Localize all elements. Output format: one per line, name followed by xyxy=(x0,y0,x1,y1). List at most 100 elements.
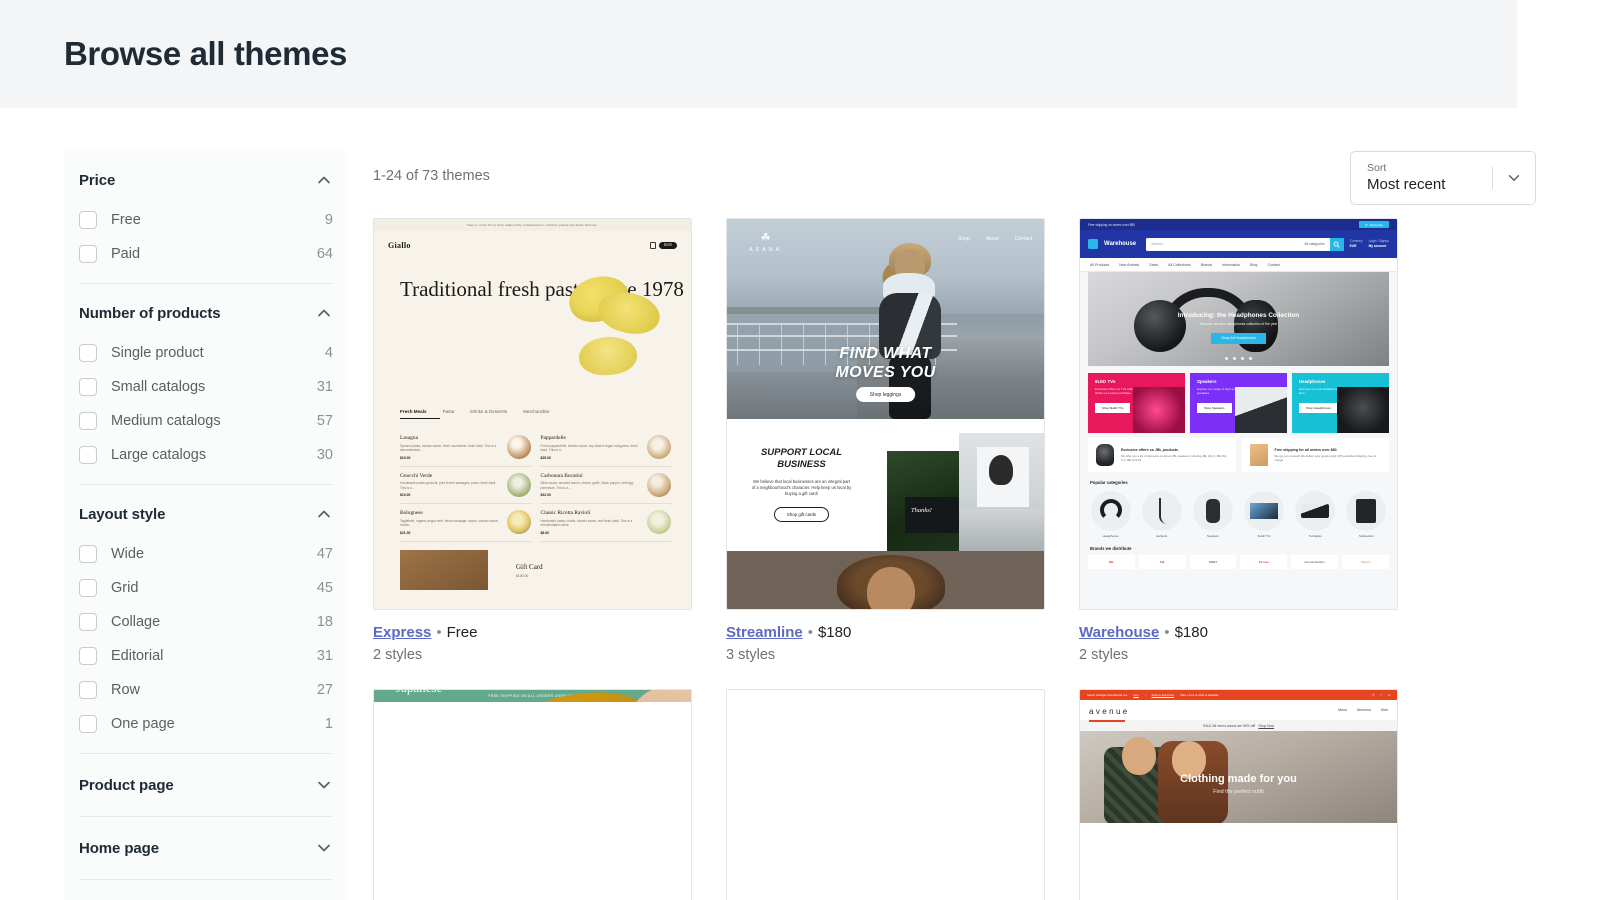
theme-thumbnail-broadcast[interactable]: Broadcast. Home Shop Blog Contact Hand F… xyxy=(726,689,1045,900)
preview-header: avenue Mens Womens Kids xyxy=(1080,700,1397,722)
chevron-down-icon[interactable] xyxy=(315,776,333,794)
preview-tab: Fresh Meals xyxy=(400,409,427,414)
preview-hero: Clothing made for you Find the perfect o… xyxy=(1080,731,1397,823)
theme-meta: Express • Free 2 styles xyxy=(373,623,692,663)
theme-thumbnail-express[interactable]: Due to covid-19 we have temporarily tran… xyxy=(373,218,692,610)
preview-menu-text: Carbonara Bucatini Wine sauce, smoked ba… xyxy=(541,473,643,498)
checkbox-grid[interactable] xyxy=(79,579,97,597)
theme-thumbnail-streamline[interactable]: ☘ ASANA Shop About Contact FIND WHAT MOV… xyxy=(726,218,1045,610)
facet-price-header[interactable]: Price xyxy=(79,151,333,203)
preview-menu-item: Pappardelle Fresh pappardelle, tomato sa… xyxy=(540,429,671,467)
preview-menu-item: Carbonara Bucatini Wine sauce, smoked ba… xyxy=(540,467,671,505)
brand-underline xyxy=(1089,720,1125,722)
facet-home-page-title: Home page xyxy=(79,839,159,857)
theme-thumbnail-warehouse[interactable]: Free shipping on orders over $80 ✉ Subsc… xyxy=(1079,218,1398,610)
checkbox-large-catalogs[interactable] xyxy=(79,446,97,464)
pasta-shape xyxy=(577,335,639,377)
checkbox-row[interactable] xyxy=(79,681,97,699)
preview-menu-item: Lasagna Spinach pasta, tomato sauce, fre… xyxy=(400,429,531,467)
chevron-up-icon[interactable] xyxy=(315,505,333,523)
preview-offers: Exclusive offers on JBL products We offe… xyxy=(1088,438,1389,472)
checkbox-collage[interactable] xyxy=(79,613,97,631)
preview-currency-value: EUR xyxy=(1349,244,1357,248)
preview-brands-title: Brands we distribute xyxy=(1090,546,1132,551)
theme-name-link[interactable]: Warehouse xyxy=(1079,624,1159,641)
preview-cart: $0.00 xyxy=(649,241,677,249)
theme-title-line: Express • Free xyxy=(373,623,692,643)
preview-tabs: Fresh Meals Pasta Drinks & Desserts Merc… xyxy=(374,409,691,414)
filter-option-paid[interactable]: Paid 64 xyxy=(79,237,333,271)
theme-thumbnail-yoko[interactable]: FREE SHIPPING ON ALL ORDERS OVER $100 Yo… xyxy=(373,689,692,900)
filter-option-one-page[interactable]: One page 1 xyxy=(79,707,333,741)
facet-home-page-header[interactable]: Home page xyxy=(79,817,333,879)
filter-option-collage[interactable]: Collage 18 xyxy=(79,605,333,639)
theme-separator: • xyxy=(436,624,442,641)
envelope-icon: ✉ xyxy=(1365,222,1368,227)
checkbox-wide[interactable] xyxy=(79,545,97,563)
lotus-icon: ☘ xyxy=(760,232,771,244)
filter-option-single-product[interactable]: Single product 4 xyxy=(79,336,333,370)
chevron-up-icon[interactable] xyxy=(315,171,333,189)
preview-food-photo xyxy=(506,435,531,459)
checkbox-free[interactable] xyxy=(79,211,97,229)
theme-card-warehouse: Free shipping on orders over $80 ✉ Subsc… xyxy=(1079,218,1398,663)
facet-navigation-header[interactable]: Navigation xyxy=(79,880,333,900)
facet-layout-style-header[interactable]: Layout style xyxy=(79,485,333,537)
filter-label: Editorial xyxy=(111,648,164,664)
filter-option-editorial[interactable]: Editorial 31 xyxy=(79,639,333,673)
facet-product-page-header[interactable]: Product page xyxy=(79,754,333,816)
preview-promo-title: Speakers xyxy=(1197,379,1217,384)
chevron-down-icon[interactable] xyxy=(315,839,333,857)
facet-number-of-products-header[interactable]: Number of products xyxy=(79,284,333,336)
preview-gift-card: Gift Card $100.00 xyxy=(374,542,691,591)
theme-name-link[interactable]: Express xyxy=(373,624,431,641)
preview-menu-name: Pappardelle xyxy=(540,435,566,441)
promo-image xyxy=(1133,387,1185,433)
theme-name-link[interactable]: Streamline xyxy=(726,624,803,641)
preview-menu-item: Bolognese Tagliatelle, organic angus bee… xyxy=(400,504,531,543)
preview-offer-desc: We get you covered! We deliver your good… xyxy=(1274,454,1377,463)
promo-image xyxy=(1337,387,1389,433)
filter-label: Grid xyxy=(111,580,139,596)
preview-section: SUPPORT LOCAL BUSINESS We believe that l… xyxy=(727,419,1044,565)
chevron-up-icon[interactable] xyxy=(315,304,333,322)
theme-meta: Streamline • $180 3 styles xyxy=(726,623,1045,663)
sort-dropdown[interactable]: Sort Most recent xyxy=(1350,151,1536,205)
filter-option-medium-catalogs[interactable]: Medium catalogs 57 xyxy=(79,404,333,438)
filter-option-free[interactable]: Free 9 xyxy=(79,203,333,237)
filter-option-grid[interactable]: Grid 45 xyxy=(79,571,333,605)
checkbox-one-page[interactable] xyxy=(79,715,97,733)
checkbox-paid[interactable] xyxy=(79,245,97,263)
preview-nav-item: All Products xyxy=(1090,262,1110,267)
preview-menu-price: $22.00 xyxy=(540,493,551,498)
filter-option-wide[interactable]: Wide 47 xyxy=(79,537,333,571)
preview-category: Headphones xyxy=(1088,491,1133,538)
preview-menu-desc: Handmade potato gnocchi, pork fennel sau… xyxy=(400,481,497,490)
filter-option-large-catalogs[interactable]: Large catalogs 30 xyxy=(79,438,333,472)
chevron-down-icon[interactable] xyxy=(1493,170,1535,186)
preview-category-label: Turntables xyxy=(1308,534,1322,538)
preview-brand: avenue xyxy=(1089,707,1130,716)
theme-thumbnail-avenue[interactable]: Sector carriage international see here |… xyxy=(1079,689,1398,900)
checkbox-editorial[interactable] xyxy=(79,647,97,665)
theme-card-broadcast: Broadcast. Home Shop Blog Contact Hand F… xyxy=(726,689,1045,900)
gift-card-shape xyxy=(905,497,961,533)
checkbox-single-product[interactable] xyxy=(79,344,97,362)
preview-gift-price: $100.00 xyxy=(516,573,529,578)
theme-styles-count: 2 styles xyxy=(1079,647,1129,663)
filter-option-small-catalogs[interactable]: Small catalogs 31 xyxy=(79,370,333,404)
filter-option-row[interactable]: Row 27 xyxy=(79,673,333,707)
filter-label: Large catalogs xyxy=(111,447,207,463)
preview-menu-item: Classic Ricotta Ravioli Handmade pasta, … xyxy=(540,504,671,543)
preview-topbar: Free shipping on orders over $80 ✉ Subsc… xyxy=(1080,219,1397,230)
preview-topbar-link: here xyxy=(1133,693,1139,697)
preview-category-label: Headphones xyxy=(1102,534,1119,538)
preview-food-photo xyxy=(506,472,531,497)
checkbox-medium-catalogs[interactable] xyxy=(79,412,97,430)
preview-promo-cta: Shop Speakers xyxy=(1197,402,1232,413)
cart-icon: 🛒 xyxy=(1379,693,1384,697)
checkbox-small-catalogs[interactable] xyxy=(79,378,97,396)
preview-currency-label: Currency xyxy=(1349,239,1363,243)
preview-yoko: FREE SHIPPING ON ALL ORDERS OVER $100 Yo… xyxy=(374,690,691,702)
theme-price: $180 xyxy=(1174,624,1208,641)
